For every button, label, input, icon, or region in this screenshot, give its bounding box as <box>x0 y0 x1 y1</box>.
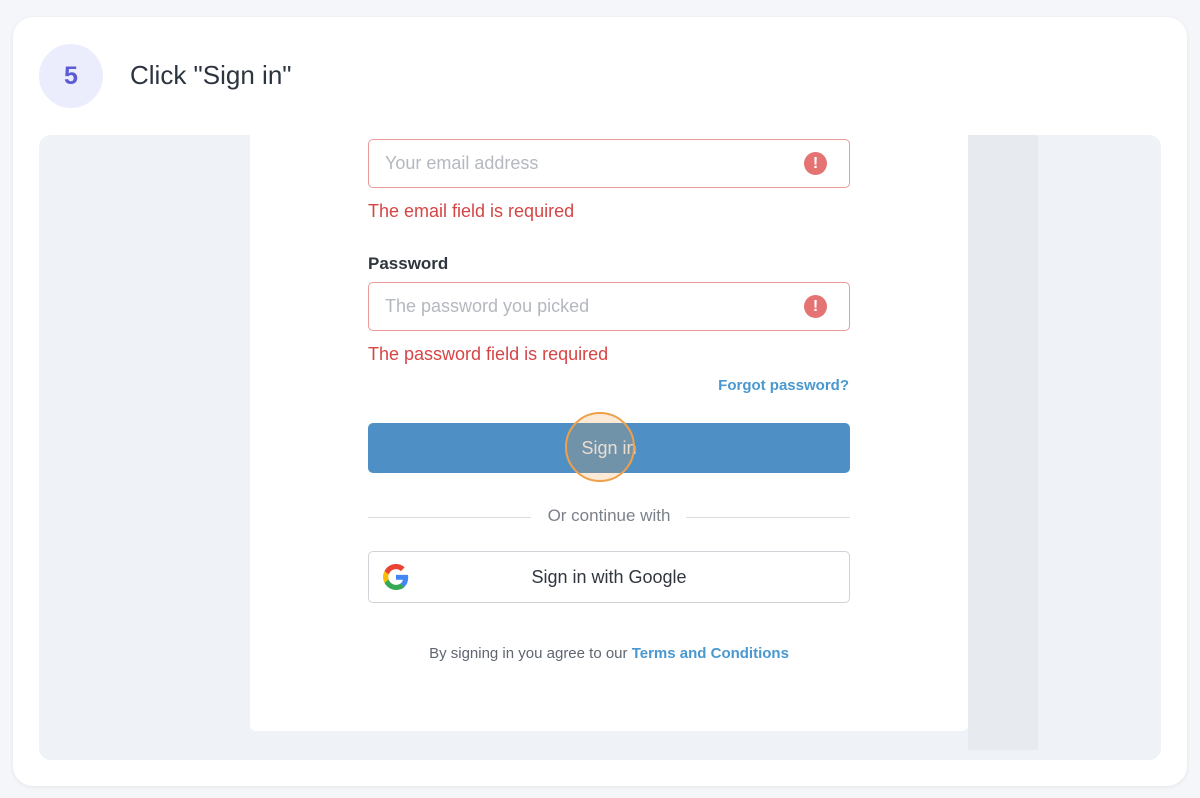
divider-label: Or continue with <box>547 506 671 525</box>
email-placeholder: Your email address <box>385 153 539 173</box>
terms-notice: By signing in you agree to our Terms and… <box>250 645 968 662</box>
step-number-badge: 5 <box>39 44 103 108</box>
google-icon <box>383 564 409 590</box>
password-placeholder: The password you picked <box>385 296 590 316</box>
error-icon: ! <box>804 152 827 175</box>
terms-and-conditions-link[interactable]: Terms and Conditions <box>632 645 789 662</box>
google-sign-in-label: Sign in with Google <box>531 566 687 587</box>
step-card: 5 Click "Sign in" Your email address ! T… <box>13 17 1187 786</box>
step-title: Click "Sign in" <box>130 60 292 90</box>
terms-prefix: By signing in you agree to our <box>429 645 628 662</box>
error-icon: ! <box>804 295 827 318</box>
password-field[interactable]: The password you picked ! <box>368 282 850 331</box>
password-error-message: The password field is required <box>368 344 609 364</box>
click-highlight-indicator <box>565 412 635 482</box>
forgot-password-link[interactable]: Forgot password? <box>718 377 849 394</box>
screenshot-frame: Your email address ! The email field is … <box>39 135 1161 760</box>
password-label: Password <box>368 254 449 273</box>
email-field[interactable]: Your email address ! <box>368 139 850 188</box>
panel-shadow <box>968 135 1038 750</box>
google-sign-in-button[interactable]: Sign in with Google <box>368 551 850 603</box>
email-error-message: The email field is required <box>368 201 575 221</box>
login-panel: Your email address ! The email field is … <box>250 135 968 731</box>
